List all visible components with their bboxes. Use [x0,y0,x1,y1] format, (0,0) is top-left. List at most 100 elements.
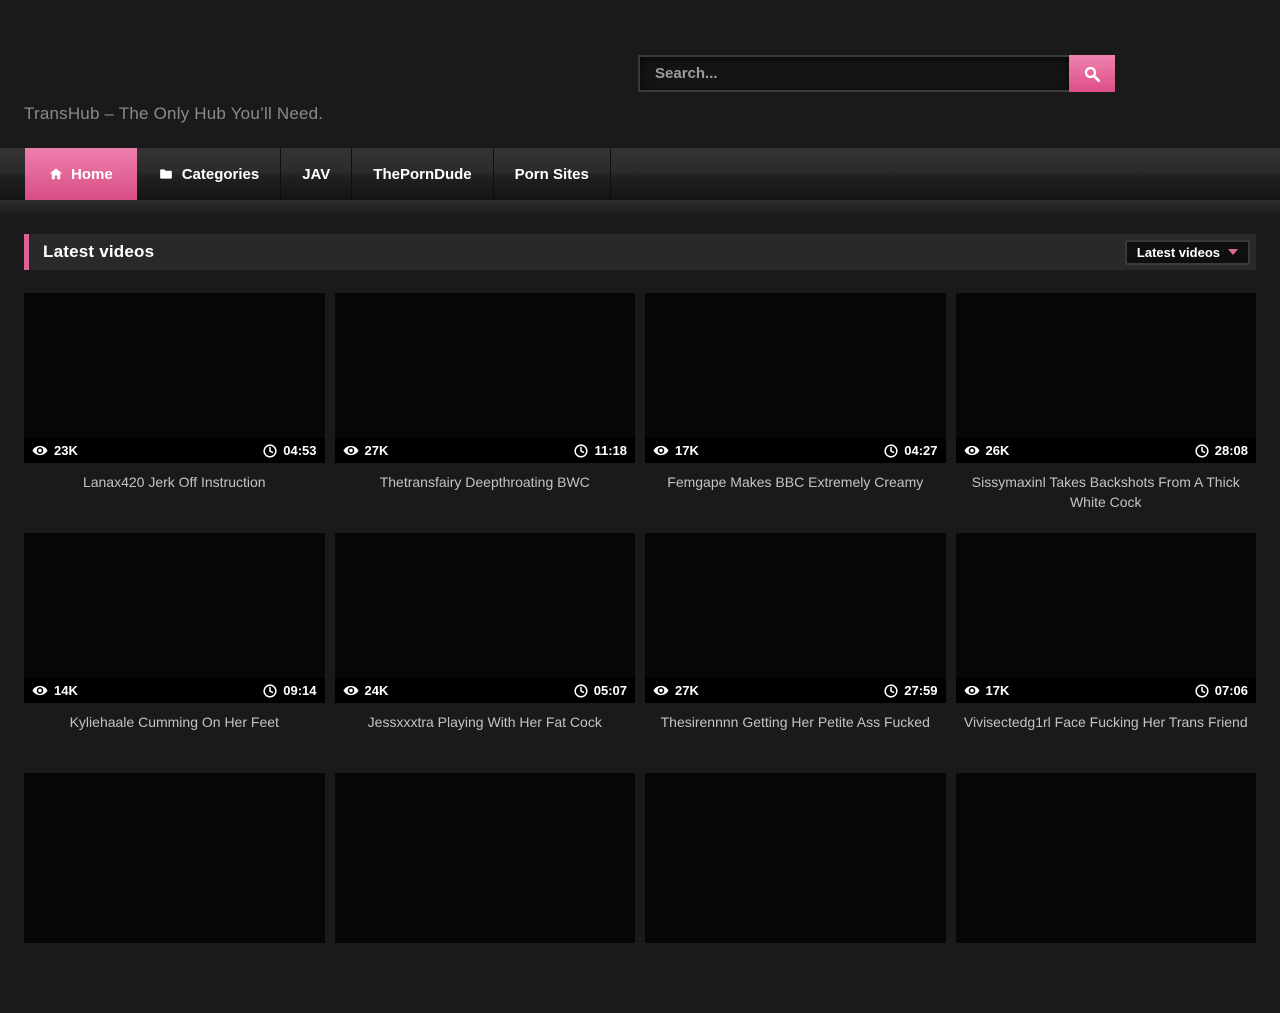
video-duration-stat: 11:18 [574,443,627,458]
video-thumbnail[interactable] [335,773,636,943]
video-thumbnail[interactable]: 24K 05:07 [335,533,636,703]
video-views: 23K [54,443,78,458]
video-card-partial[interactable] [24,773,325,1013]
video-views-stat: 27K [343,443,389,458]
video-card[interactable]: 26K 28:08 Sissymaxinl Takes Backshots Fr… [956,293,1257,533]
video-views-stat: 17K [653,443,699,458]
video-title[interactable]: Sissymaxinl Takes Backshots From A Thick… [956,472,1257,513]
video-meta-bar: 23K 04:53 [24,438,325,463]
clock-icon [574,444,588,458]
video-title[interactable]: Jessxxxtra Playing With Her Fat Cock [335,712,636,732]
video-title[interactable]: Vivisectedg1rl Face Fucking Her Trans Fr… [956,712,1257,732]
video-views: 14K [54,683,78,698]
video-duration-stat: 28:08 [1195,443,1248,458]
nav-item-label: Home [71,166,113,183]
video-views-stat: 23K [32,443,78,458]
clock-icon [884,684,898,698]
clock-icon [574,684,588,698]
video-meta-bar: 14K 09:14 [24,678,325,703]
search-bar [638,55,1115,92]
video-duration: 05:07 [594,683,627,698]
section-title: Latest videos [43,242,154,262]
video-duration: 27:59 [904,683,937,698]
video-views-stat: 27K [653,683,699,698]
video-thumbnail[interactable]: 14K 09:14 [24,533,325,703]
video-views-stat: 24K [343,683,389,698]
nav-item-label: Porn Sites [515,166,589,183]
video-duration-stat: 05:07 [574,683,627,698]
search-input[interactable] [638,55,1069,92]
site-tagline: TransHub – The Only Hub You’ll Need. [24,104,323,124]
eye-icon [32,445,48,456]
nav-item-categories[interactable]: Categories [137,148,282,200]
video-meta-bar: 17K 04:27 [645,438,946,463]
video-thumbnail[interactable]: 26K 28:08 [956,293,1257,463]
video-views: 17K [986,683,1010,698]
sort-dropdown[interactable]: Latest videos [1125,240,1250,265]
video-duration-stat: 07:06 [1195,683,1248,698]
video-thumbnail[interactable]: 23K 04:53 [24,293,325,463]
video-duration: 07:06 [1215,683,1248,698]
video-duration-stat: 09:14 [263,683,316,698]
video-duration: 28:08 [1215,443,1248,458]
clock-icon [884,444,898,458]
video-card[interactable]: 17K 07:06 Vivisectedg1rl Face Fucking He… [956,533,1257,773]
video-card-partial[interactable] [335,773,636,1013]
main-content: Latest videos Latest videos 23K [24,234,1256,1013]
video-duration: 11:18 [594,443,627,458]
clock-icon [1195,444,1209,458]
video-card[interactable]: 27K 11:18 Thetransfairy Deepthroating BW… [335,293,636,533]
section-header: Latest videos Latest videos [24,234,1256,270]
nav-item-porn-sites[interactable]: Porn Sites [494,148,611,200]
video-card[interactable]: 27K 27:59 Thesirennnn Getting Her Petite… [645,533,946,773]
nav-item-label: ThePornDude [373,166,471,183]
video-duration-stat: 04:53 [263,443,316,458]
video-title[interactable]: Lanax420 Jerk Off Instruction [24,472,325,492]
video-meta-bar: 26K 28:08 [956,438,1257,463]
eye-icon [653,445,669,456]
home-icon [49,167,63,181]
nav-item-home[interactable]: Home [25,148,137,200]
video-title[interactable]: Thesirennnn Getting Her Petite Ass Fucke… [645,712,946,732]
video-card-partial[interactable] [956,773,1257,1013]
video-duration-stat: 04:27 [884,443,937,458]
video-views: 27K [365,443,389,458]
video-views-stat: 17K [964,683,1010,698]
video-duration-stat: 27:59 [884,683,937,698]
video-card[interactable]: 17K 04:27 Femgape Makes BBC Extremely Cr… [645,293,946,533]
nav-item-theporndude[interactable]: ThePornDude [352,148,493,200]
video-thumbnail[interactable] [956,773,1257,943]
video-thumbnail[interactable]: 27K 27:59 [645,533,946,703]
video-title[interactable]: Femgape Makes BBC Extremely Creamy [645,472,946,492]
video-title[interactable]: Kyliehaale Cumming On Her Feet [24,712,325,732]
video-card[interactable]: 23K 04:53 Lanax420 Jerk Off Instruction [24,293,325,533]
eye-icon [343,685,359,696]
video-thumbnail[interactable] [645,773,946,943]
video-card[interactable]: 24K 05:07 Jessxxxtra Playing With Her Fa… [335,533,636,773]
video-views: 24K [365,683,389,698]
clock-icon [263,444,277,458]
video-meta-bar: 17K 07:06 [956,678,1257,703]
search-button[interactable] [1069,55,1115,92]
video-title[interactable]: Thetransfairy Deepthroating BWC [335,472,636,492]
folder-icon [158,167,174,181]
nav-item-jav[interactable]: JAV [281,148,352,200]
video-views-stat: 26K [964,443,1010,458]
clock-icon [263,684,277,698]
eye-icon [964,445,980,456]
video-card-partial[interactable] [645,773,946,1013]
video-duration: 04:27 [904,443,937,458]
nav-item-label: JAV [302,166,330,183]
video-thumbnail[interactable]: 17K 07:06 [956,533,1257,703]
eye-icon [653,685,669,696]
video-duration: 09:14 [283,683,316,698]
video-thumbnail[interactable]: 27K 11:18 [335,293,636,463]
clock-icon [1195,684,1209,698]
eye-icon [32,685,48,696]
video-thumbnail[interactable] [24,773,325,943]
eye-icon [343,445,359,456]
video-card[interactable]: 14K 09:14 Kyliehaale Cumming On Her Feet [24,533,325,773]
eye-icon [964,685,980,696]
video-meta-bar: 27K 11:18 [335,438,636,463]
video-thumbnail[interactable]: 17K 04:27 [645,293,946,463]
